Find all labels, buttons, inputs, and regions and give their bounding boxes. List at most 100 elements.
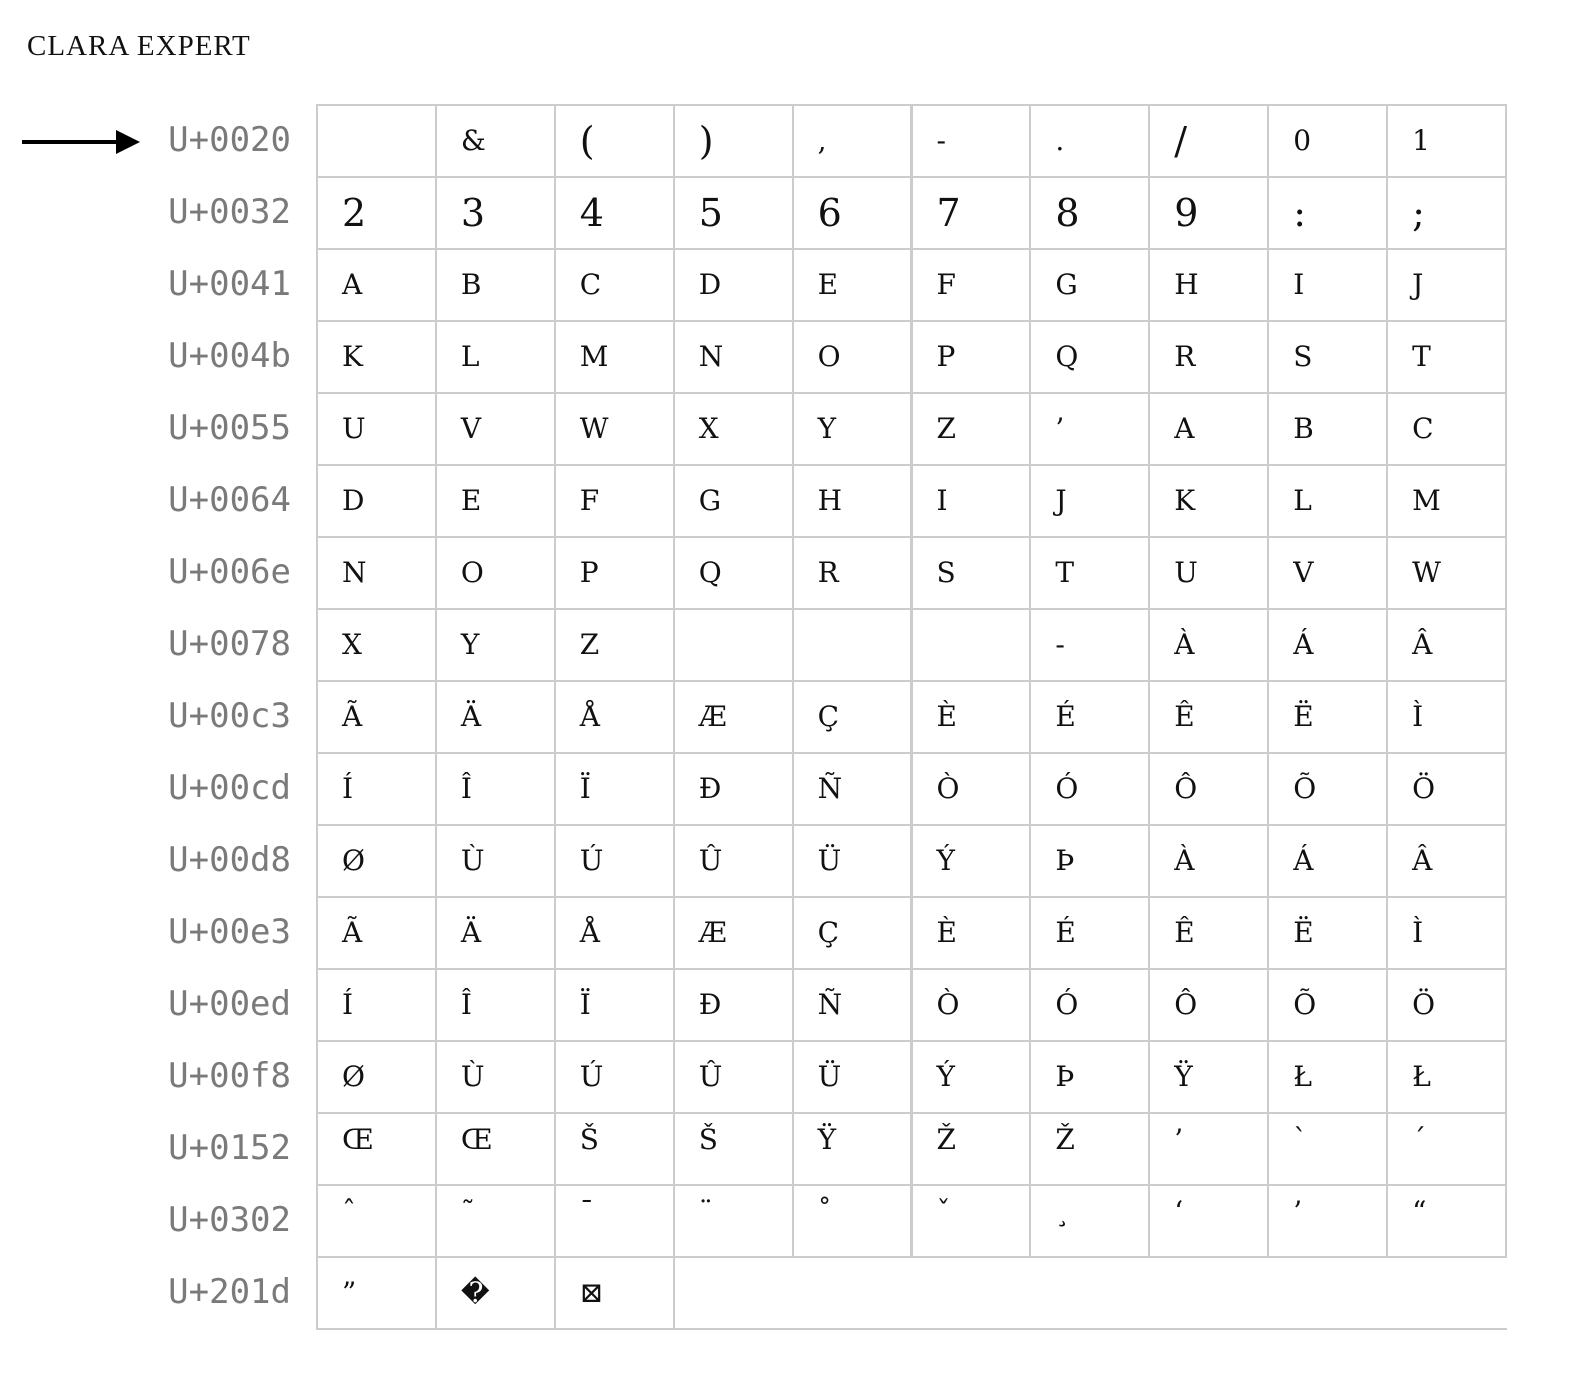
glyph: Ç bbox=[817, 916, 840, 949]
glyph: ¸ bbox=[1055, 1195, 1070, 1228]
row-label: U+0041 bbox=[168, 264, 291, 304]
row-label: U+0152 bbox=[168, 1128, 291, 1168]
glyph-cell: G bbox=[672, 464, 794, 538]
glyph-cell: L bbox=[1267, 464, 1389, 538]
glyph-cell: ˜ bbox=[434, 1184, 556, 1258]
glyph-cell: Î bbox=[434, 752, 556, 826]
glyph-cell: ¯ bbox=[553, 1184, 675, 1258]
glyph-cell: ‘ bbox=[1148, 1184, 1270, 1258]
glyph: É bbox=[1055, 916, 1076, 949]
glyph: X bbox=[342, 628, 362, 661]
glyph: E bbox=[460, 484, 482, 517]
glyph-cell: Ä bbox=[434, 680, 556, 754]
row-label: U+0032 bbox=[168, 192, 291, 232]
glyph-cell: Å bbox=[553, 680, 675, 754]
glyph: C bbox=[1412, 412, 1434, 445]
glyph: Í bbox=[342, 772, 354, 805]
glyph-cell: ’ bbox=[1148, 1112, 1270, 1186]
glyph: Î bbox=[460, 772, 472, 805]
glyph: B bbox=[1293, 412, 1314, 445]
glyph-cell: Ú bbox=[553, 1040, 675, 1114]
glyph-cell: - bbox=[910, 104, 1032, 178]
glyph-cell: D bbox=[316, 464, 437, 538]
glyph: Å bbox=[579, 700, 601, 733]
glyph-cell: P bbox=[910, 320, 1032, 394]
glyph: O bbox=[460, 556, 484, 589]
glyph-cell: T bbox=[1029, 536, 1151, 610]
row-label: U+0078 bbox=[168, 624, 291, 664]
glyph: Æ bbox=[698, 916, 727, 949]
glyph-cell: Ó bbox=[1029, 752, 1151, 826]
glyph-cell bbox=[910, 608, 1032, 682]
glyph: Ù bbox=[460, 1060, 485, 1093]
glyph-cell bbox=[791, 608, 913, 682]
glyph-cell: : bbox=[1267, 176, 1389, 250]
glyph: ˆ bbox=[342, 1195, 356, 1228]
glyph-cell: F bbox=[910, 248, 1032, 322]
glyph-cell: S bbox=[910, 536, 1032, 610]
glyph: Ó bbox=[1055, 988, 1079, 1021]
glyph: Ý bbox=[936, 1060, 955, 1093]
glyph-cell: È bbox=[910, 680, 1032, 754]
glyph-cell: . bbox=[1029, 104, 1151, 178]
glyph: G bbox=[1055, 268, 1078, 301]
glyph: M bbox=[1412, 484, 1441, 517]
glyph: Ä bbox=[460, 916, 482, 949]
glyph: ’ bbox=[1174, 1123, 1184, 1156]
glyph: R bbox=[1174, 340, 1196, 373]
glyph: J bbox=[1055, 484, 1067, 517]
glyph-cell: A bbox=[316, 248, 437, 322]
glyph: Î bbox=[460, 988, 472, 1021]
glyph-cell: D bbox=[672, 248, 794, 322]
row-label: U+0055 bbox=[168, 408, 291, 448]
glyph: ` bbox=[1293, 1123, 1308, 1156]
glyph: ) bbox=[698, 119, 714, 163]
glyph-cell: Í bbox=[316, 752, 437, 826]
glyph: X bbox=[698, 412, 719, 445]
glyph: ˚ bbox=[817, 1195, 832, 1228]
glyph-cell: B bbox=[1267, 392, 1389, 466]
glyph-cell bbox=[672, 608, 794, 682]
glyph: Ñ bbox=[817, 772, 843, 805]
glyph: : bbox=[1293, 191, 1306, 235]
glyph: Ï bbox=[579, 988, 591, 1021]
glyph: Ø bbox=[342, 1060, 365, 1093]
glyph: T bbox=[1412, 340, 1431, 373]
glyph: Á bbox=[1293, 844, 1314, 877]
glyph-cell: ´ bbox=[1386, 1112, 1507, 1186]
glyph-cell: Õ bbox=[1267, 968, 1389, 1042]
glyph-cell: Ç bbox=[791, 680, 913, 754]
glyph: G bbox=[698, 484, 722, 517]
row-label: U+0302 bbox=[168, 1200, 291, 1240]
glyph: H bbox=[817, 484, 843, 517]
glyph: W bbox=[1412, 556, 1441, 589]
glyph-cell: Q bbox=[672, 536, 794, 610]
glyph: I bbox=[936, 484, 948, 517]
glyph: Ø bbox=[342, 844, 365, 877]
glyph-cell: Ö bbox=[1386, 968, 1507, 1042]
row-label: U+0020 bbox=[168, 120, 291, 160]
glyph-cell: Ì bbox=[1386, 896, 1507, 970]
glyph: A bbox=[342, 268, 363, 301]
glyph: & bbox=[460, 124, 486, 157]
row-label: U+00ed bbox=[168, 984, 291, 1024]
glyph-cell: Y bbox=[434, 608, 556, 682]
glyph: Ú bbox=[579, 1060, 604, 1093]
glyph: Ý bbox=[936, 844, 955, 877]
glyph: P bbox=[936, 340, 956, 373]
glyph: , bbox=[817, 124, 827, 157]
row-label: U+00d8 bbox=[168, 840, 291, 880]
glyph-cell: Ú bbox=[553, 824, 675, 898]
glyph: U bbox=[1174, 556, 1198, 589]
glyph-cell: Ê bbox=[1148, 680, 1270, 754]
glyph: E bbox=[817, 268, 839, 301]
glyph-cell: O bbox=[791, 320, 913, 394]
glyph-cell: Z bbox=[553, 608, 675, 682]
glyph: Â bbox=[1412, 628, 1433, 661]
glyph-cell: É bbox=[1029, 896, 1151, 970]
glyph-cell: V bbox=[1267, 536, 1389, 610]
glyph-cell: Õ bbox=[1267, 752, 1389, 826]
glyph-cell: Ô bbox=[1148, 968, 1270, 1042]
glyph-cell: ’ bbox=[1029, 392, 1151, 466]
glyph: ‘ bbox=[1174, 1195, 1184, 1228]
